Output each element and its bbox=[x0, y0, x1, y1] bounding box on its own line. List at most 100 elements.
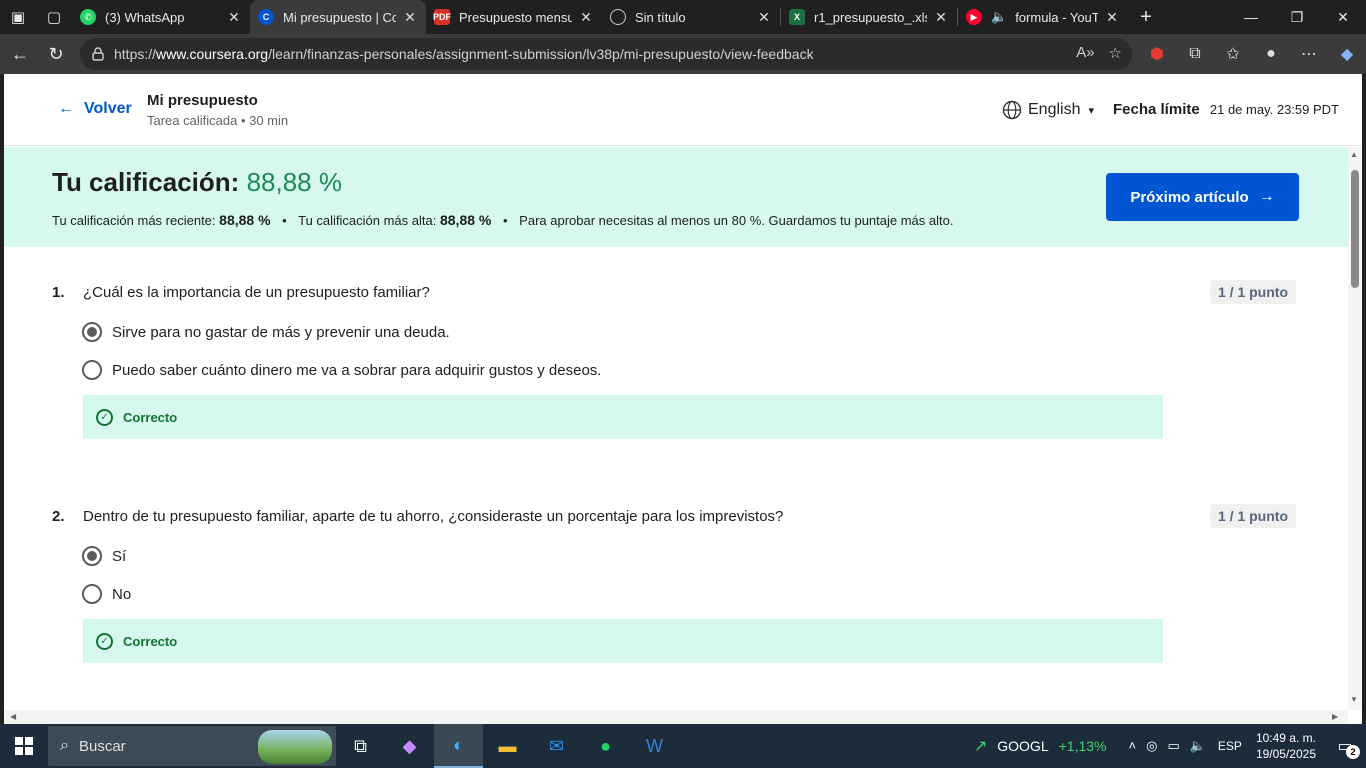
tab-whatsapp[interactable]: ✆ (3) WhatsApp ✕ bbox=[72, 0, 250, 34]
copilot-icon[interactable]: ◆ bbox=[1328, 44, 1366, 64]
assignment-title: Mi presupuesto bbox=[147, 92, 258, 109]
workspaces-icon[interactable]: ▣ bbox=[0, 0, 36, 34]
chevron-up-icon[interactable]: ˄ bbox=[1129, 738, 1137, 754]
answer-option[interactable]: Sí bbox=[82, 546, 126, 566]
tab-title: r1_presupuesto_.xlsx bbox=[814, 9, 927, 25]
tab-youtube[interactable]: ▶ 🔈 formula - YouTub ✕ bbox=[958, 0, 1128, 34]
favorite-star-icon[interactable]: ☆ bbox=[1109, 44, 1122, 62]
refresh-icon[interactable]: ↻ bbox=[38, 36, 74, 72]
taskbar-search[interactable]: ⌕ Buscar bbox=[48, 726, 336, 766]
notification-badge: 2 bbox=[1346, 745, 1360, 759]
browser-tab-strip: ▣ ▢ ✆ (3) WhatsApp ✕ C Mi presupuesto | … bbox=[0, 0, 1366, 34]
close-tab-icon[interactable]: ✕ bbox=[1104, 9, 1120, 26]
system-tray: ↗ GOOGL +1,13% ˄ ◎ ▭ 🔈 ESP 10:49 a. m. 1… bbox=[974, 724, 1366, 768]
check-circle-icon: ✓ bbox=[96, 632, 113, 650]
url-host: www.coursera.org bbox=[156, 46, 269, 62]
adblock-extension-icon[interactable]: ⬢ bbox=[1138, 44, 1176, 64]
chevron-down-icon: ▾ bbox=[1088, 104, 1095, 117]
radio-selected-icon[interactable] bbox=[82, 322, 102, 342]
notifications-icon[interactable]: ▭ 2 bbox=[1330, 731, 1360, 761]
next-item-button[interactable]: Próximo artículo → bbox=[1106, 173, 1299, 221]
stock-widget[interactable]: ↗ GOOGL +1,13% bbox=[974, 736, 1107, 756]
back-label: Volver bbox=[84, 100, 132, 117]
answer-option[interactable]: No bbox=[82, 584, 131, 604]
arrow-left-icon: ← bbox=[58, 100, 74, 117]
tab-title: Presupuesto mensual bbox=[459, 9, 572, 25]
tab-pdf[interactable]: PDF Presupuesto mensual ✕ bbox=[426, 0, 602, 34]
radio-empty-icon[interactable] bbox=[82, 360, 102, 380]
network-icon[interactable]: ▭ bbox=[1167, 738, 1179, 754]
deadline-value: 21 de may. 23:59 PDT bbox=[1209, 102, 1339, 117]
separator-dot: • bbox=[282, 213, 287, 228]
next-item-label: Próximo artículo bbox=[1130, 188, 1249, 206]
more-menu-icon[interactable]: ⋯ bbox=[1290, 44, 1328, 64]
recent-grade-value: 88,88 % bbox=[219, 212, 271, 228]
tab-title: formula - YouTub bbox=[1015, 9, 1098, 25]
vertical-scrollbar[interactable]: ▲ ▼ bbox=[1348, 147, 1362, 710]
speaker-icon[interactable]: 🔈 bbox=[991, 9, 1007, 25]
scroll-left-icon[interactable]: ◀ bbox=[10, 712, 16, 721]
clock-time: 10:49 a. m. bbox=[1255, 731, 1316, 745]
scrollbar-thumb[interactable] bbox=[1351, 170, 1359, 288]
question-text: Dentro de tu presupuesto familiar, apart… bbox=[83, 508, 784, 525]
back-icon[interactable]: ← bbox=[2, 36, 38, 72]
tab-untitled[interactable]: Sin título ✕ bbox=[602, 0, 780, 34]
scroll-right-icon[interactable]: ▶ bbox=[1332, 712, 1338, 721]
profile-avatar-icon[interactable]: ● bbox=[1252, 45, 1290, 63]
address-bar-actions: A» ☆ bbox=[1076, 44, 1122, 62]
tab-excel[interactable]: X r1_presupuesto_.xlsx ✕ bbox=[781, 0, 957, 34]
back-link[interactable]: ← Volver bbox=[58, 100, 132, 118]
tray-icons: ˄ ◎ ▭ 🔈 bbox=[1129, 738, 1206, 754]
word-icon[interactable]: W bbox=[630, 724, 679, 768]
trend-up-icon: ↗ bbox=[973, 738, 988, 755]
search-placeholder: Buscar bbox=[78, 737, 126, 755]
favorites-icon[interactable]: ✩ bbox=[1214, 44, 1252, 64]
volume-icon[interactable]: 🔈 bbox=[1190, 738, 1206, 754]
scroll-up-icon[interactable]: ▲ bbox=[1350, 150, 1358, 159]
answer-option[interactable]: Sirve para no gastar de más y prevenir u… bbox=[82, 322, 450, 342]
extensions-icon[interactable]: ⧉ bbox=[1176, 45, 1214, 63]
task-view-icon[interactable]: ⧉ bbox=[336, 724, 385, 768]
meet-now-icon[interactable]: ◎ bbox=[1146, 738, 1157, 754]
close-tab-icon[interactable]: ✕ bbox=[402, 9, 418, 26]
file-explorer-icon[interactable]: ▬ bbox=[483, 724, 532, 768]
windows-start-icon[interactable] bbox=[0, 724, 48, 768]
option-label: Puedo saber cuánto dinero me va a sobrar… bbox=[112, 361, 602, 379]
address-bar[interactable]: https://www.coursera.org/learn/finanzas-… bbox=[80, 38, 1132, 70]
close-tab-icon[interactable]: ✕ bbox=[933, 9, 949, 26]
globe-icon bbox=[610, 9, 626, 25]
close-tab-icon[interactable]: ✕ bbox=[226, 9, 242, 26]
url-prefix: https:// bbox=[114, 46, 157, 62]
minimize-icon[interactable]: — bbox=[1228, 0, 1274, 34]
restore-icon[interactable]: ❐ bbox=[1274, 0, 1320, 34]
radio-selected-icon[interactable] bbox=[82, 546, 102, 566]
recent-grade-label: Tu calificación más reciente: bbox=[52, 213, 216, 228]
answer-option[interactable]: Puedo saber cuánto dinero me va a sobrar… bbox=[82, 360, 601, 380]
question-number: 2. bbox=[52, 508, 65, 525]
window-controls: — ❐ ✕ bbox=[1228, 0, 1366, 34]
option-label: Sí bbox=[112, 547, 127, 565]
close-tab-icon[interactable]: ✕ bbox=[756, 9, 772, 26]
radio-empty-icon[interactable] bbox=[82, 584, 102, 604]
close-window-icon[interactable]: ✕ bbox=[1320, 0, 1366, 34]
copilot-app-icon[interactable]: ◆ bbox=[385, 724, 434, 768]
spotify-icon[interactable]: ● bbox=[581, 724, 630, 768]
read-aloud-icon[interactable]: A» bbox=[1076, 44, 1094, 62]
outlook-icon[interactable]: ✉ bbox=[532, 724, 581, 768]
clock[interactable]: 10:49 a. m. 19/05/2025 bbox=[1256, 730, 1316, 762]
edge-browser-icon[interactable]: ◐ bbox=[434, 724, 483, 768]
input-language[interactable]: ESP bbox=[1218, 739, 1242, 753]
question-points-badge: 1 / 1 punto bbox=[1210, 504, 1296, 528]
question-points-badge: 1 / 1 punto bbox=[1210, 280, 1296, 304]
close-tab-icon[interactable]: ✕ bbox=[578, 9, 594, 26]
tab-coursera[interactable]: C Mi presupuesto | Cou ✕ bbox=[250, 0, 426, 34]
deadline-label: Fecha límite bbox=[1113, 101, 1200, 118]
tab-actions-icon[interactable]: ▢ bbox=[36, 0, 72, 34]
highest-grade-label: Tu calificación más alta: bbox=[298, 213, 437, 228]
language-selector[interactable]: English ▾ bbox=[1002, 100, 1094, 120]
new-tab-icon[interactable]: + bbox=[1128, 0, 1164, 34]
horizontal-scrollbar[interactable]: ◀ ▶ bbox=[4, 710, 1348, 724]
scroll-down-icon[interactable]: ▼ bbox=[1350, 695, 1358, 704]
web-page: ← Volver Mi presupuesto Tarea calificada… bbox=[4, 74, 1362, 724]
feedback-label: Correcto bbox=[123, 633, 178, 649]
